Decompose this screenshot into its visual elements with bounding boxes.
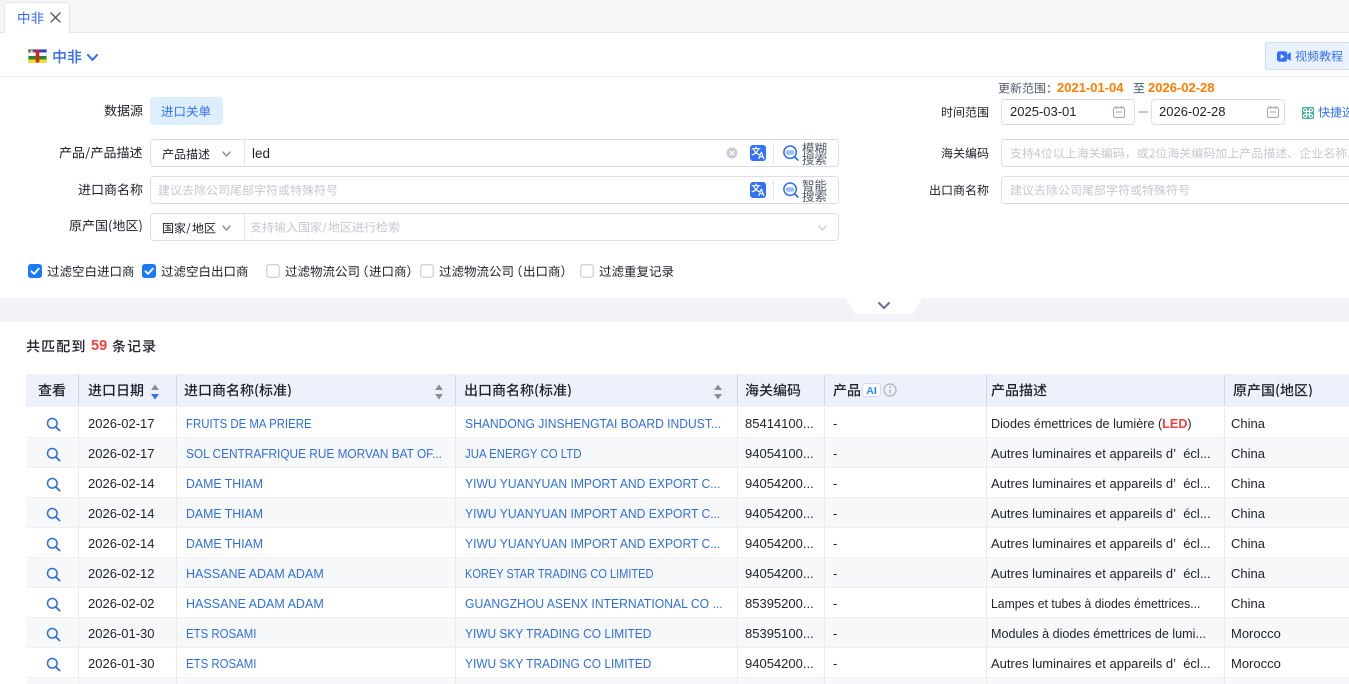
svg-text:AI: AI — [866, 385, 877, 397]
